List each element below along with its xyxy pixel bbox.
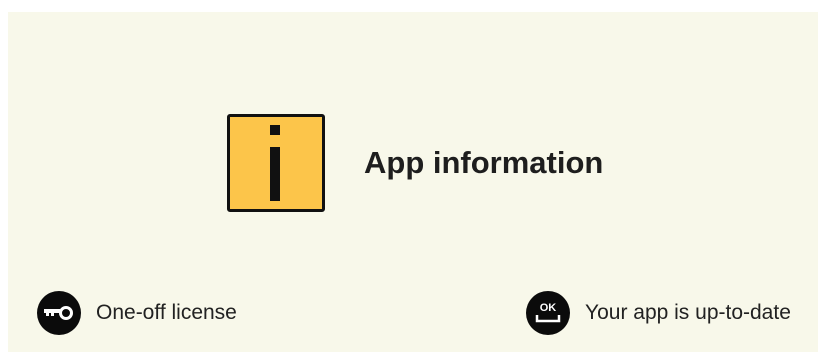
app-info-panel: App information One-off license OK Your … — [8, 12, 818, 352]
key-icon — [37, 291, 81, 335]
info-icon — [227, 114, 325, 212]
update-status: OK Your app is up-to-date — [526, 291, 791, 335]
update-label: Your app is up-to-date — [585, 301, 791, 324]
page-title: App information — [364, 145, 604, 180]
ok-badge-icon: OK — [526, 291, 570, 335]
license-status: One-off license — [37, 291, 237, 335]
license-label: One-off license — [96, 301, 237, 324]
app-info-header: App information — [227, 114, 603, 212]
ok-badge-text: OK — [540, 302, 557, 314]
